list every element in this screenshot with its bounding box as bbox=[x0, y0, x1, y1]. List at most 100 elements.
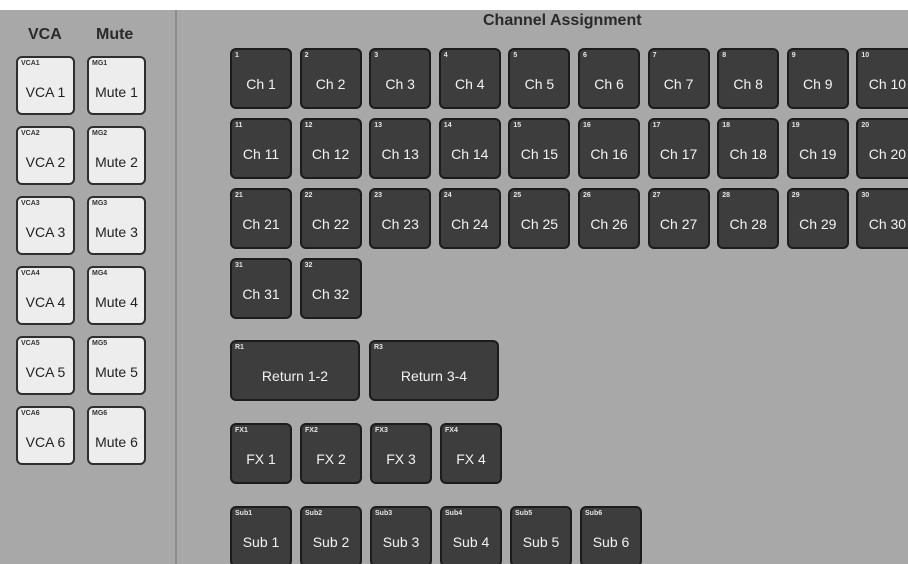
button-label: FX 4 bbox=[456, 451, 486, 467]
vca-3-button[interactable]: VCA3 VCA 3 bbox=[16, 196, 75, 255]
button-label: VCA 2 bbox=[25, 154, 66, 170]
vca-column-header: VCA bbox=[28, 26, 62, 43]
channel-11-button[interactable]: 11 Ch 11 bbox=[230, 118, 292, 179]
button-tag: 10 bbox=[861, 52, 870, 59]
sub-2-button[interactable]: Sub2 Sub 2 bbox=[300, 506, 362, 564]
mute-group-1-button[interactable]: MG1 Mute 1 bbox=[87, 56, 146, 115]
channel-8-button[interactable]: 8 Ch 8 bbox=[717, 48, 780, 109]
channel-22-button[interactable]: 22 Ch 22 bbox=[299, 188, 362, 249]
button-tag: FX4 bbox=[445, 427, 458, 434]
channel-15-button[interactable]: 15 Ch 15 bbox=[508, 118, 571, 179]
button-label: Ch 15 bbox=[520, 146, 559, 162]
mute-group-2-button[interactable]: MG2 Mute 2 bbox=[87, 126, 146, 185]
channel-3-button[interactable]: 3 Ch 3 bbox=[369, 48, 432, 109]
button-label: Ch 20 bbox=[868, 146, 907, 162]
channel-4-button[interactable]: 4 Ch 4 bbox=[438, 48, 501, 109]
button-tag: VCA4 bbox=[21, 270, 40, 277]
mute-group-6-button[interactable]: MG6 Mute 6 bbox=[87, 406, 146, 465]
channel-21-button[interactable]: 21 Ch 21 bbox=[230, 188, 292, 249]
button-label: Return 1-2 bbox=[261, 368, 329, 384]
channel-1-button[interactable]: 1 Ch 1 bbox=[230, 48, 292, 109]
button-tag: 9 bbox=[791, 52, 796, 59]
channel-28-button[interactable]: 28 Ch 28 bbox=[717, 188, 780, 249]
button-tag: 26 bbox=[583, 192, 591, 199]
button-tag: 16 bbox=[583, 122, 591, 129]
button-label: Mute 6 bbox=[95, 434, 138, 450]
fx-2-button[interactable]: FX2 FX 2 bbox=[300, 423, 362, 484]
return-1-button[interactable]: R1 Return 1-2 bbox=[230, 340, 360, 401]
channel-9-button[interactable]: 9 Ch 9 bbox=[786, 48, 849, 109]
channel-17-button[interactable]: 17 Ch 17 bbox=[647, 118, 710, 179]
channel-5-button[interactable]: 5 Ch 5 bbox=[508, 48, 571, 109]
vca-5-button[interactable]: VCA5 VCA 5 bbox=[16, 336, 75, 395]
button-label: VCA 3 bbox=[25, 224, 66, 240]
channel-13-button[interactable]: 13 Ch 13 bbox=[369, 118, 432, 179]
vca-4-button[interactable]: VCA4 VCA 4 bbox=[16, 266, 75, 325]
button-tag: Sub3 bbox=[375, 510, 393, 517]
button-tag: 11 bbox=[235, 122, 243, 129]
button-tag: 25 bbox=[513, 192, 522, 199]
channel-32-button[interactable]: 32 Ch 32 bbox=[299, 258, 362, 319]
fx-3-button[interactable]: FX3 FX 3 bbox=[370, 423, 432, 484]
button-label: Sub 2 bbox=[312, 534, 350, 550]
button-label: Ch 9 bbox=[803, 76, 833, 92]
channel-6-button[interactable]: 6 Ch 6 bbox=[578, 48, 640, 109]
mute-group-4-button[interactable]: MG4 Mute 4 bbox=[87, 266, 146, 325]
button-label: Ch 7 bbox=[663, 76, 694, 92]
mute-group-5-button[interactable]: MG5 Mute 5 bbox=[87, 336, 146, 395]
channel-20-button[interactable]: 20 Ch 20 bbox=[856, 118, 908, 179]
button-tag: 14 bbox=[443, 122, 452, 129]
button-label: Ch 5 bbox=[524, 76, 555, 92]
button-label: Ch 21 bbox=[242, 216, 280, 232]
channel-18-button[interactable]: 18 Ch 18 bbox=[717, 118, 780, 179]
vca-1-button[interactable]: VCA1 VCA 1 bbox=[16, 56, 75, 115]
sub-3-button[interactable]: Sub3 Sub 3 bbox=[370, 506, 432, 564]
sub-6-button[interactable]: Sub6 Sub 6 bbox=[580, 506, 642, 564]
mute-group-3-button[interactable]: MG3 Mute 3 bbox=[87, 196, 146, 255]
button-tag: 28 bbox=[722, 192, 730, 199]
channel-7-button[interactable]: 7 Ch 7 bbox=[647, 48, 710, 109]
sub-5-button[interactable]: Sub5 Sub 5 bbox=[510, 506, 572, 564]
vca-2-button[interactable]: VCA2 VCA 2 bbox=[16, 126, 75, 185]
button-label: Ch 10 bbox=[868, 76, 907, 92]
channel-10-button[interactable]: 10 Ch 10 bbox=[856, 48, 908, 109]
channel-19-button[interactable]: 19 Ch 19 bbox=[786, 118, 849, 179]
button-tag: Sub6 bbox=[585, 510, 603, 517]
channel-23-button[interactable]: 23 Ch 23 bbox=[369, 188, 432, 249]
channel-26-button[interactable]: 26 Ch 26 bbox=[578, 188, 640, 249]
channel-16-button[interactable]: 16 Ch 16 bbox=[578, 118, 640, 179]
vca-6-button[interactable]: VCA6 VCA 6 bbox=[16, 406, 75, 465]
button-label: Mute 5 bbox=[95, 364, 138, 380]
button-tag: 18 bbox=[722, 122, 730, 129]
channel-25-button[interactable]: 25 Ch 25 bbox=[508, 188, 571, 249]
sub-4-button[interactable]: Sub4 Sub 4 bbox=[440, 506, 502, 564]
button-tag: 17 bbox=[652, 122, 661, 129]
button-tag: VCA2 bbox=[21, 130, 40, 137]
button-tag: 19 bbox=[791, 122, 800, 129]
channel-29-button[interactable]: 29 Ch 29 bbox=[786, 188, 849, 249]
button-tag: VCA1 bbox=[21, 60, 40, 67]
button-label: Ch 24 bbox=[451, 216, 489, 232]
fx-4-button[interactable]: FX4 FX 4 bbox=[440, 423, 502, 484]
channel-27-button[interactable]: 27 Ch 27 bbox=[647, 188, 710, 249]
channel-31-button[interactable]: 31 Ch 31 bbox=[230, 258, 292, 319]
return-2-button[interactable]: R3 Return 3-4 bbox=[369, 340, 499, 401]
button-tag: 21 bbox=[235, 192, 243, 199]
channel-30-button[interactable]: 30 Ch 30 bbox=[856, 188, 908, 249]
button-tag: 13 bbox=[374, 122, 382, 129]
button-label: Ch 16 bbox=[590, 146, 628, 162]
button-label: FX 2 bbox=[316, 451, 346, 467]
button-label: VCA 4 bbox=[25, 294, 66, 310]
button-label: Ch 32 bbox=[311, 286, 350, 302]
button-label: Ch 12 bbox=[311, 146, 350, 162]
channel-12-button[interactable]: 12 Ch 12 bbox=[299, 118, 362, 179]
sub-1-button[interactable]: Sub1 Sub 1 bbox=[230, 506, 292, 564]
channel-2-button[interactable]: 2 Ch 2 bbox=[299, 48, 362, 109]
channel-14-button[interactable]: 14 Ch 14 bbox=[438, 118, 501, 179]
button-label: Mute 2 bbox=[95, 154, 138, 170]
button-label: Return 3-4 bbox=[400, 368, 468, 384]
fx-1-button[interactable]: FX1 FX 1 bbox=[230, 423, 292, 484]
button-tag: 20 bbox=[861, 122, 870, 129]
button-label: Ch 31 bbox=[242, 286, 280, 302]
channel-24-button[interactable]: 24 Ch 24 bbox=[438, 188, 501, 249]
